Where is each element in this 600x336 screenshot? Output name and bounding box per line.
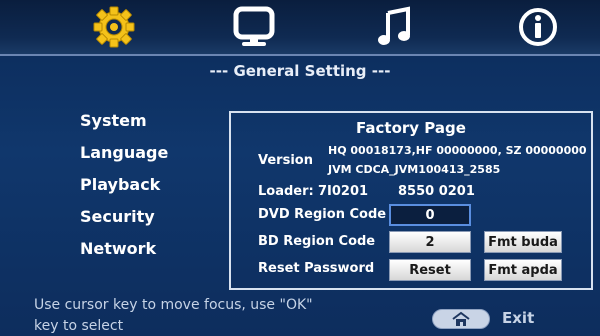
settings-gear-icon[interactable] (88, 4, 140, 50)
sidebar-item-system[interactable]: System (80, 110, 200, 142)
dvd-region-label: DVD Region Code (258, 207, 387, 222)
hint-line-1: Use cursor key to move focus, use "OK" (34, 297, 313, 313)
fmt-apda-button[interactable]: Fmt apda (484, 259, 562, 281)
reset-password-label: Reset Password (258, 261, 375, 276)
sidebar-item-playback[interactable]: Playback (80, 174, 200, 206)
bd-region-label: BD Region Code (258, 234, 376, 249)
sidebar-item-language[interactable]: Language (80, 142, 200, 174)
loader-value-2: 8550 0201 (398, 184, 475, 199)
music-note-icon[interactable] (368, 4, 420, 50)
loader-label: Loader: (258, 184, 314, 199)
factory-page-panel: Factory Page Version HQ 00018173,HF 0000… (229, 111, 593, 290)
version-value-line2: JVM CDCA_JVM100413_2585 (328, 163, 501, 176)
panel-title: Factory Page (356, 119, 466, 137)
sidebar-item-security[interactable]: Security (80, 206, 200, 238)
loader-value-1: 7I0201 (318, 184, 369, 199)
exit-label[interactable]: Exit (502, 309, 534, 327)
dvd-region-code-field[interactable]: 0 (389, 204, 471, 226)
help-hint: Use cursor key to move focus, use "OK" k… (34, 295, 414, 336)
version-value-line1: HQ 00018173,HF 00000000, SZ 00000000 (328, 144, 587, 157)
reset-button[interactable]: Reset (389, 259, 471, 281)
fmt-buda-button[interactable]: Fmt buda (484, 231, 562, 253)
version-label: Version (258, 153, 313, 168)
top-menu-bar (0, 0, 600, 56)
section-title: --- General Setting --- (209, 62, 391, 80)
sidebar-item-network[interactable]: Network (80, 238, 200, 270)
monitor-icon[interactable] (228, 4, 280, 50)
settings-sidebar: System Language Playback Security Networ… (80, 110, 200, 270)
exit-button[interactable] (432, 309, 490, 329)
hint-line-2: key to select (34, 318, 124, 334)
bd-region-code-field[interactable]: 2 (389, 231, 471, 253)
setup-screen: --- General Setting --- System Language … (0, 0, 600, 336)
home-icon (452, 311, 470, 326)
info-icon[interactable] (512, 4, 564, 50)
